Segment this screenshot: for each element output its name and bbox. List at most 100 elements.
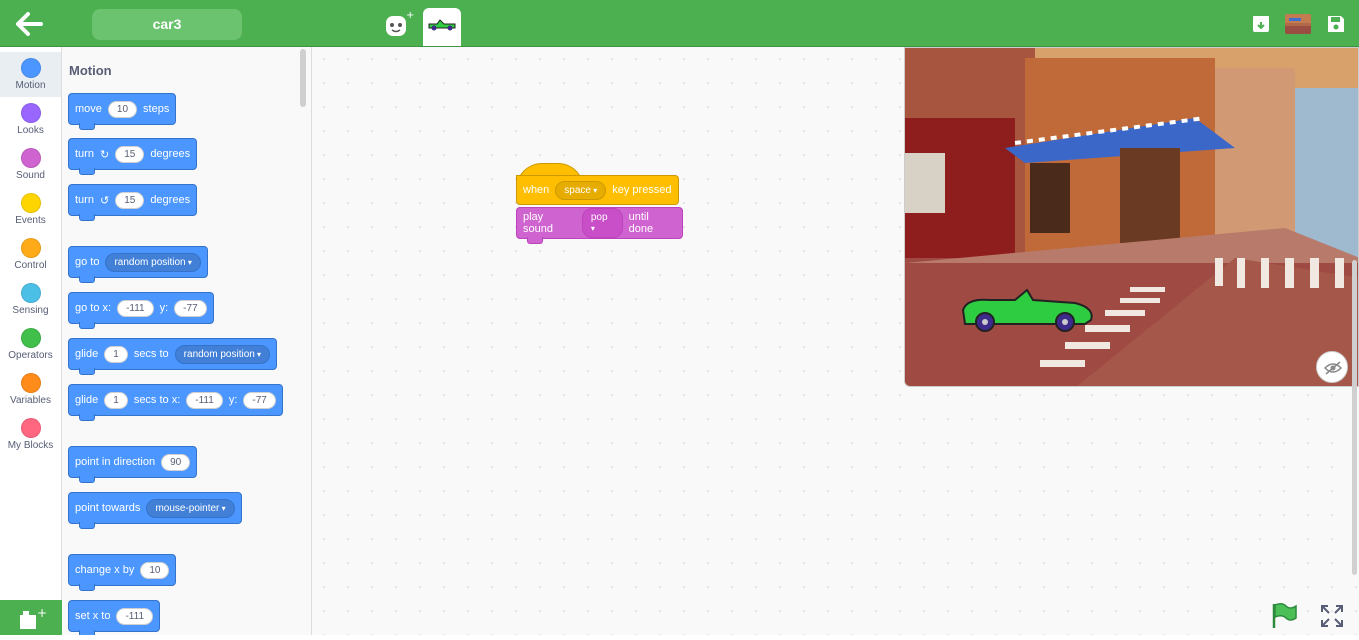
back-arrow-icon[interactable]	[14, 10, 44, 38]
block-number-input[interactable]: 10	[140, 561, 170, 579]
sound-dropdown[interactable]: pop	[581, 208, 623, 238]
block-text: secs to x:	[133, 394, 181, 406]
save-icon[interactable]	[1326, 14, 1346, 34]
go-to-xy-block[interactable]: go to x: -111 y: -77	[68, 292, 214, 329]
workspace-scrollbar[interactable]	[1352, 260, 1357, 575]
fullscreen-icon[interactable]	[1320, 604, 1344, 628]
sound-dot-icon	[20, 148, 41, 168]
backdrop-thumbnail[interactable]	[1285, 14, 1311, 34]
block-text: turn	[75, 148, 94, 160]
rotate-left-icon: ↺	[99, 194, 110, 207]
move-steps-block[interactable]: move 10 steps	[68, 93, 177, 130]
block-text: when	[523, 184, 550, 196]
block-text: go to x:	[75, 302, 112, 314]
glide-to-block[interactable]: glide 1 secs to random position	[68, 338, 278, 375]
events-dot-icon	[20, 193, 41, 213]
block-text: key pressed	[612, 184, 672, 196]
block-number-input[interactable]: -111	[116, 607, 153, 625]
top-bar: car3 +	[0, 0, 1359, 47]
category-operators[interactable]: Operators	[0, 322, 61, 367]
add-extension-button[interactable]: +	[0, 600, 62, 635]
block-dropdown[interactable]: random position	[105, 252, 201, 272]
category-sound[interactable]: Sound	[0, 142, 61, 187]
block-text: glide	[75, 394, 99, 406]
control-dot-icon	[20, 238, 41, 258]
block-text: change x by	[75, 564, 135, 576]
category-label: Motion	[15, 80, 46, 91]
block-text: degrees	[150, 148, 191, 160]
block-text: move	[75, 103, 102, 115]
sensing-dot-icon	[20, 283, 41, 303]
block-dropdown[interactable]: mouse-pointer	[146, 498, 235, 518]
category-control[interactable]: Control	[0, 232, 61, 277]
category-label: Variables	[10, 395, 51, 406]
block-text: degrees	[150, 194, 191, 206]
category-menu: Motion Looks Sound Events Control Sensin…	[0, 47, 62, 635]
rotate-right-icon: ↻	[99, 148, 110, 161]
category-label: My Blocks	[7, 440, 54, 451]
hide-stage-icon[interactable]	[1316, 351, 1348, 383]
svg-text:+: +	[406, 10, 414, 21]
category-label: Sound	[16, 170, 45, 181]
turn-right-block[interactable]: turn ↻ 15 degrees	[68, 138, 198, 175]
looks-dot-icon	[20, 103, 41, 123]
block-text: secs to	[133, 348, 169, 360]
block-number-input[interactable]: -111	[117, 299, 154, 317]
project-name-field[interactable]: car3	[92, 9, 242, 40]
stage-canvas[interactable]	[904, 47, 1359, 387]
variables-dot-icon	[20, 373, 41, 393]
key-dropdown[interactable]: space	[555, 180, 607, 200]
block-number-input[interactable]: 10	[107, 100, 138, 118]
go-to-block[interactable]: go to random position	[68, 246, 208, 283]
block-number-input[interactable]: 1	[104, 345, 128, 363]
block-number-input[interactable]: -77	[174, 299, 207, 317]
category-motion[interactable]: Motion	[0, 52, 61, 97]
play-sound-until-done-block[interactable]: play sound pop until done	[516, 207, 683, 244]
block-text: y:	[228, 394, 238, 406]
block-number-input[interactable]: 15	[115, 145, 145, 163]
block-text: point towards	[75, 502, 141, 514]
download-icon[interactable]	[1251, 14, 1271, 34]
block-text: turn	[75, 194, 94, 206]
car-sprite-icon[interactable]	[423, 8, 461, 46]
when-key-pressed-block[interactable]: when space key pressed	[516, 163, 679, 205]
motion-dot-icon	[20, 58, 41, 78]
add-sprite-icon[interactable]: +	[378, 8, 416, 46]
category-variables[interactable]: Variables	[0, 367, 61, 412]
block-text: point in direction	[75, 456, 156, 468]
set-x-block[interactable]: set x to -111	[68, 600, 160, 635]
svg-text:+: +	[37, 606, 47, 620]
block-number-input[interactable]: 15	[115, 191, 145, 209]
category-looks[interactable]: Looks	[0, 97, 61, 142]
block-number-input[interactable]: 90	[161, 453, 191, 471]
add-extension-icon: +	[20, 606, 47, 629]
glide-xy-block[interactable]: glide 1 secs to x: -111 y: -77	[68, 384, 283, 421]
street-backdrop-image	[905, 48, 1358, 386]
category-label: Control	[14, 260, 47, 271]
block-number-input[interactable]: 1	[104, 391, 128, 409]
palette-scrollbar[interactable]	[300, 49, 306, 107]
block-text: y:	[159, 302, 169, 314]
operators-dot-icon	[20, 328, 41, 348]
category-label: Events	[15, 215, 46, 226]
block-dropdown[interactable]: random position	[174, 344, 271, 364]
block-number-input[interactable]: -77	[243, 391, 276, 409]
block-text: until done	[628, 211, 654, 235]
block-text: play sound	[523, 211, 553, 235]
block-number-input[interactable]: -111	[186, 391, 223, 409]
block-text: glide	[75, 348, 99, 360]
my-blocks-dot-icon	[20, 418, 41, 438]
point-in-direction-block[interactable]: point in direction 90	[68, 446, 198, 483]
category-events[interactable]: Events	[0, 187, 61, 232]
change-x-block[interactable]: change x by 10	[68, 554, 177, 591]
turn-left-block[interactable]: turn ↺ 15 degrees	[68, 184, 198, 221]
category-label: Looks	[17, 125, 44, 136]
green-flag-icon[interactable]	[1270, 602, 1298, 630]
palette-title: Motion	[69, 63, 112, 78]
category-sensing[interactable]: Sensing	[0, 277, 61, 322]
block-text: set x to	[75, 610, 111, 622]
category-label: Operators	[8, 350, 53, 361]
category-my-blocks[interactable]: My Blocks	[0, 412, 61, 457]
point-towards-block[interactable]: point towards mouse-pointer	[68, 492, 242, 529]
block-palette: Motion move 10 steps turn ↻ 15 degrees t…	[62, 47, 312, 635]
